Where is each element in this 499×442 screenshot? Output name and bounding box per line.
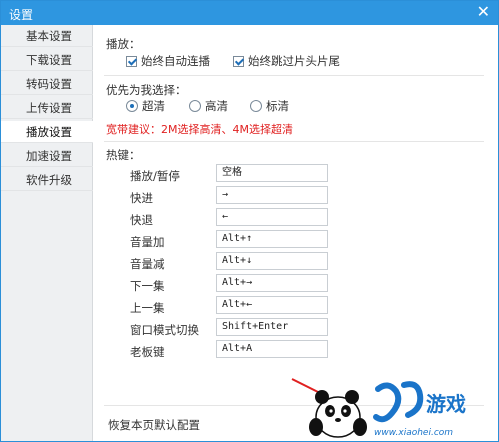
hotkey-label-prev-episode: 上一集 <box>130 301 165 315</box>
hotkey-input-play-pause[interactable]: 空格 <box>216 164 328 182</box>
close-icon[interactable]: ✕ <box>477 3 490 21</box>
sidebar-item-upgrade[interactable]: 软件升级 <box>1 169 93 191</box>
restore-defaults-link[interactable]: 恢复本页默认配置 <box>108 417 200 433</box>
sidebar-item-download[interactable]: 下载设置 <box>1 49 93 71</box>
hotkey-input-volume-down[interactable]: Alt+↓ <box>216 252 328 270</box>
section-divider <box>104 75 484 76</box>
hotkey-label-forward: 快进 <box>130 191 153 205</box>
quality-option-label: 标清 <box>266 99 289 113</box>
skip-intro-checkbox[interactable]: 始终跳过片头片尾 <box>233 53 340 69</box>
title-bar: 设置 ✕ <box>1 1 498 25</box>
hotkey-label-boss-key: 老板键 <box>130 345 165 359</box>
sidebar-item-transcode[interactable]: 转码设置 <box>1 73 93 95</box>
quality-option-label: 超清 <box>142 99 165 113</box>
hotkey-input-boss-key[interactable]: Alt+A <box>216 340 328 358</box>
hotkey-label-window-mode: 窗口模式切换 <box>130 323 199 337</box>
hotkey-label-next-episode: 下一集 <box>130 279 165 293</box>
hotkey-input-next-episode[interactable]: Alt+→ <box>216 274 328 292</box>
sidebar-item-upload[interactable]: 上传设置 <box>1 97 93 119</box>
hotkey-input-window-mode[interactable]: Shift+Enter <box>216 318 328 336</box>
section-divider <box>104 141 484 142</box>
checkbox-checked-icon <box>233 55 244 67</box>
settings-window: 设置 ✕ 基本设置 下载设置 转码设置 上传设置 播放设置 加速设置 软件升级 … <box>0 0 499 442</box>
hotkeys-section-label: 热键： <box>106 148 141 162</box>
hotkey-label-volume-up: 音量加 <box>130 235 165 249</box>
sidebar-item-playback[interactable]: 播放设置 <box>1 121 93 143</box>
quality-option-super[interactable]: 超清 <box>126 98 165 114</box>
radio-unselected-icon <box>250 100 262 112</box>
hotkey-label-volume-down: 音量减 <box>130 257 165 271</box>
quality-option-standard[interactable]: 标清 <box>250 98 289 114</box>
quality-section-label: 优先为我选择： <box>106 83 187 97</box>
skip-intro-label: 始终跳过片头片尾 <box>248 54 340 68</box>
hotkey-label-play-pause: 播放/暂停 <box>130 169 180 183</box>
site-watermark-logo: 游戏 www.xiaohei.com <box>286 375 496 439</box>
auto-continue-checkbox[interactable]: 始终自动连播 <box>126 53 210 69</box>
watermark-brand-text: 游戏 <box>426 392 466 416</box>
panda-mascot-icon: 游戏 www.xiaohei.com <box>291 378 466 438</box>
hotkey-input-volume-up[interactable]: Alt+↑ <box>216 230 328 248</box>
quality-option-label: 高清 <box>205 99 228 113</box>
bandwidth-note: 宽带建议：2M选择高清、4M选择超清 <box>106 123 293 136</box>
quality-option-high[interactable]: 高清 <box>189 98 228 114</box>
checkbox-checked-icon <box>126 55 137 67</box>
radio-unselected-icon <box>189 100 201 112</box>
radio-selected-icon <box>126 100 138 112</box>
settings-sidebar: 基本设置 下载设置 转码设置 上传设置 播放设置 加速设置 软件升级 <box>1 25 93 441</box>
watermark-url-text: www.xiaohei.com <box>374 428 453 438</box>
sidebar-item-basic[interactable]: 基本设置 <box>1 25 93 47</box>
hotkey-label-rewind: 快退 <box>130 213 153 227</box>
sidebar-item-acceleration[interactable]: 加速设置 <box>1 145 93 167</box>
playback-section-label: 播放： <box>106 37 141 51</box>
hotkey-input-prev-episode[interactable]: Alt+← <box>216 296 328 314</box>
auto-continue-label: 始终自动连播 <box>141 54 210 68</box>
hotkey-input-rewind[interactable]: ← <box>216 208 328 226</box>
window-title: 设置 <box>9 8 34 22</box>
hotkey-input-forward[interactable]: → <box>216 186 328 204</box>
